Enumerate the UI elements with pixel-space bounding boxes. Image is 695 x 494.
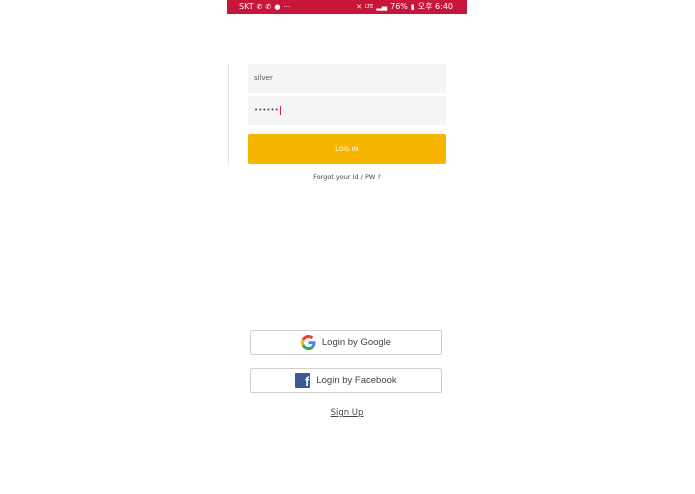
status-bar: SKT ✆ ✆ ● ··· ✕ LTE ▂▄ 76% ▮ 오후 6:40 (227, 0, 467, 14)
lte-icon: LTE (365, 4, 374, 10)
mute-icon: ✕ (356, 3, 363, 11)
facebook-login-button[interactable]: f Login by Facebook (250, 368, 442, 393)
status-right: ✕ LTE ▂▄ 76% ▮ 오후 6:40 (356, 0, 453, 14)
password-field[interactable]: •••••• (248, 96, 446, 125)
google-login-label: Login by Google (321, 337, 392, 348)
more-icon: ··· (283, 3, 291, 11)
password-value: •••••• (254, 106, 279, 114)
screen: SKT ✆ ✆ ● ··· ✕ LTE ▂▄ 76% ▮ 오후 6:40 sil… (0, 0, 695, 494)
status-left: SKT ✆ ✆ ● ··· (239, 0, 290, 14)
google-icon (300, 335, 316, 350)
phone-icon: ✆ (256, 3, 263, 11)
divider (228, 64, 229, 164)
phone-screen: SKT ✆ ✆ ● ··· ✕ LTE ▂▄ 76% ▮ 오후 6:40 sil… (227, 0, 467, 494)
sign-up-link[interactable]: Sign Up (227, 408, 467, 418)
google-login-button[interactable]: Login by Google (250, 330, 442, 355)
facebook-login-label: Login by Facebook (316, 375, 397, 386)
forgot-password-link[interactable]: Forgot your Id / PW ? (227, 173, 467, 181)
clock: 오후 6:40 (417, 2, 453, 11)
battery-icon: ▮ (410, 3, 415, 11)
login-button[interactable]: LOG IN (248, 134, 446, 164)
phone-icon: ✆ (265, 3, 272, 11)
text-cursor (279, 105, 281, 115)
username-value: silver (254, 74, 273, 82)
carrier-label: SKT (239, 2, 254, 11)
username-field[interactable]: silver (248, 64, 446, 93)
battery-percent: 76% (390, 2, 408, 11)
signal-icon: ▂▄ (376, 3, 388, 11)
message-icon: ● (274, 3, 281, 11)
facebook-icon: f (295, 373, 311, 388)
